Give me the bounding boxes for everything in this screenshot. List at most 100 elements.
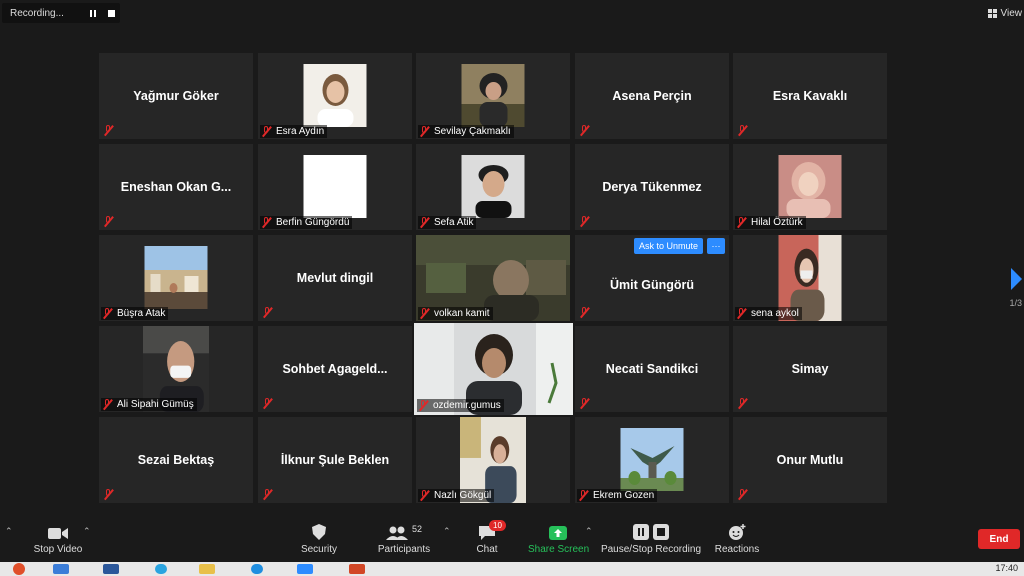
participant-label: Hilal Öztürk [735, 216, 806, 229]
chat-unread-badge: 10 [489, 520, 506, 531]
more-options-button[interactable]: ··· [707, 238, 725, 254]
participant-tile[interactable]: Hilal Öztürk [733, 144, 887, 230]
participant-tile[interactable]: Onur Mutlu [733, 417, 887, 503]
stop-recording-icon[interactable] [104, 6, 118, 20]
participant-label: Ekrem Gozen [577, 489, 658, 502]
profile-photo [461, 155, 525, 218]
profile-photo [778, 155, 842, 218]
participant-tile[interactable]: Sohbet Agageld... [258, 326, 412, 412]
participant-tile[interactable]: Simay [733, 326, 887, 412]
end-meeting-button[interactable]: End [978, 529, 1020, 549]
participant-name: Esra Kavaklı [772, 89, 848, 103]
participant-tile[interactable]: Asena Perçin [575, 53, 729, 139]
file-explorer-icon[interactable] [42, 562, 80, 576]
participant-tile[interactable]: Ekrem Gozen [575, 417, 729, 503]
participant-tile[interactable]: Berfin Güngördü [258, 144, 412, 230]
participant-tile[interactable]: Eneshan Okan G... [99, 144, 253, 230]
participant-name: İlknur Şule Beklen [280, 453, 390, 467]
participant-label: volkan kamit [418, 307, 493, 320]
mic-muted-icon [580, 307, 589, 318]
pause-stop-recording-button[interactable]: Pause/Stop Recording [600, 512, 702, 562]
pause-stop-icon [633, 524, 669, 540]
reactions-button[interactable]: Reactions [712, 512, 762, 562]
participants-label: Participants [377, 544, 431, 555]
shield-icon [312, 524, 326, 540]
zoom-app-icon[interactable] [286, 562, 324, 576]
participant-tile[interactable]: Esra Aydın [258, 53, 412, 139]
mic-muted-icon [263, 398, 272, 409]
participant-tile[interactable]: Nazlı Gökgül [416, 417, 570, 503]
mic-muted-icon [103, 399, 112, 410]
participant-name: Simay [791, 362, 829, 376]
participant-tile[interactable]: volkan kamit [416, 235, 570, 321]
profile-photo [144, 246, 208, 309]
participants-count: 52 [411, 524, 422, 534]
mic-muted-icon [738, 125, 747, 136]
chat-label: Chat [476, 544, 498, 555]
profile-photo [303, 64, 367, 127]
participants-button[interactable]: 52 Participants [374, 512, 434, 562]
mic-muted-icon [580, 125, 589, 136]
participant-tile[interactable]: İlknur Şule Beklen [258, 417, 412, 503]
mic-muted-icon [104, 216, 113, 227]
participant-name: Ümit Güngörü [609, 277, 694, 292]
reactions-icon [729, 524, 746, 540]
os-taskbar: 17:40 [0, 562, 1024, 576]
page-indicator: 1/3 [1009, 298, 1022, 308]
view-button[interactable]: View [987, 4, 1024, 22]
participant-tile[interactable]: Sevilay Çakmaklı [416, 53, 570, 139]
participant-tile[interactable]: Yağmur Göker [99, 53, 253, 139]
participant-name: Yağmur Göker [133, 89, 219, 103]
participant-tile[interactable]: Mevlut dingil [258, 235, 412, 321]
active-speaker-tile[interactable]: ozdemir.gumus [414, 323, 573, 415]
participant-name: Mevlut dingil [296, 271, 374, 285]
reactions-label: Reactions [714, 544, 760, 555]
participant-tile[interactable]: Derya Tükenmez [575, 144, 729, 230]
participant-tile[interactable]: Necati Sandikci [575, 326, 729, 412]
start-icon[interactable] [0, 562, 38, 576]
chevron-up-icon[interactable]: ⌃ [443, 526, 451, 537]
participant-label: Büşra Atak [101, 307, 169, 320]
chat-button[interactable]: Chat 10 [467, 512, 507, 562]
mic-muted-icon [263, 307, 272, 318]
participant-label: Berfin Güngördü [260, 216, 353, 229]
mic-muted-icon [420, 126, 429, 137]
participant-tile[interactable]: Büşra Atak [99, 235, 253, 321]
participants-icon [385, 526, 408, 540]
participant-tile[interactable]: Sefa Atik [416, 144, 570, 230]
mic-muted-icon [104, 489, 113, 500]
pause-stop-recording-label: Pause/Stop Recording [600, 544, 702, 555]
stop-video-label: Stop Video [33, 544, 83, 555]
security-button[interactable]: Security [294, 512, 344, 562]
mic-muted-icon [263, 489, 272, 500]
mic-muted-icon [738, 489, 747, 500]
participant-tile[interactable]: Esra Kavaklı [733, 53, 887, 139]
stop-video-button[interactable]: Stop Video [28, 512, 88, 562]
folder-icon[interactable] [188, 562, 226, 576]
participant-tile[interactable]: sena aykol [733, 235, 887, 321]
chevron-up-icon[interactable]: ⌃ [5, 526, 13, 537]
participant-label: sena aykol [735, 307, 802, 320]
powerpoint-icon[interactable] [338, 562, 376, 576]
share-screen-button[interactable]: Share Screen [528, 512, 589, 562]
participant-name: Asena Perçin [612, 89, 692, 103]
participant-name: Derya Tükenmez [602, 180, 702, 194]
participant-tile[interactable]: Sezai Bektaş [99, 417, 253, 503]
mic-muted-icon [104, 125, 113, 136]
chevron-up-icon[interactable]: ⌃ [585, 526, 593, 537]
participant-tile[interactable]: Ali Sipahi Gümüş [99, 326, 253, 412]
mic-muted-icon [580, 216, 589, 227]
share-screen-icon [549, 526, 567, 540]
browser-icon[interactable] [142, 562, 180, 576]
word-icon[interactable] [92, 562, 130, 576]
edge-icon[interactable] [238, 562, 276, 576]
participant-label: ozdemir.gumus [417, 399, 504, 412]
pause-recording-icon[interactable] [86, 6, 100, 20]
ask-to-unmute-button[interactable]: Ask to Unmute [634, 238, 704, 254]
participant-label: Esra Aydın [260, 125, 328, 138]
participant-label: Sevilay Çakmaklı [418, 125, 514, 138]
next-page-arrow-icon[interactable] [1011, 268, 1022, 290]
chevron-up-icon[interactable]: ⌃ [83, 526, 91, 537]
mic-muted-icon [262, 126, 271, 137]
mic-muted-icon [580, 398, 589, 409]
